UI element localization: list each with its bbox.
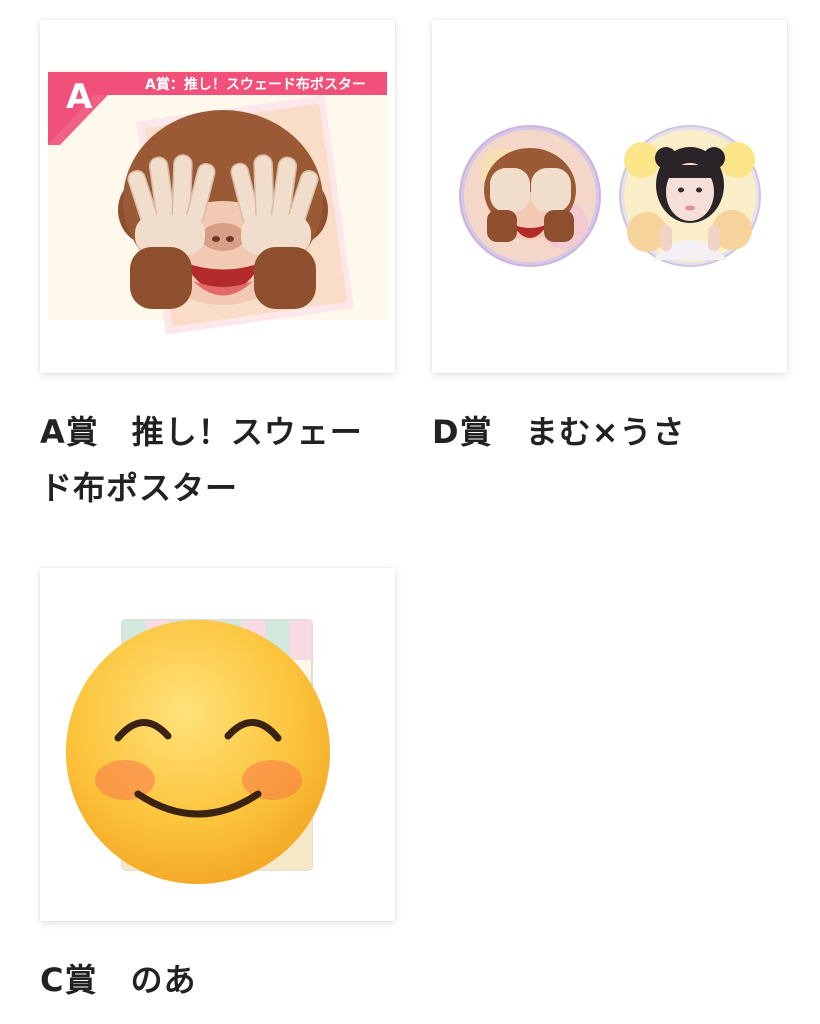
item-caption-c[interactable]: C賞 のあ: [40, 952, 400, 1008]
see-no-evil-monkey-icon: [118, 110, 328, 309]
product-image-d: [459, 125, 761, 267]
prize-letter: A: [66, 77, 93, 117]
item-caption-d[interactable]: D賞 まむ×うさ: [432, 404, 792, 460]
can-badge-right: [619, 125, 761, 267]
product-image-a: A A賞：推し！スウェード布ポスター: [48, 70, 388, 335]
banner-title: A賞：推し！スウェード布ポスター: [145, 76, 366, 93]
item-caption-a[interactable]: A賞 推し！スウェー ド布ポスター: [40, 404, 400, 516]
caption-a-line1: A賞 推し！スウェー: [40, 413, 363, 451]
product-card-a[interactable]: A A賞：推し！スウェード布ポスター: [40, 20, 395, 373]
can-badge-left: [459, 125, 601, 267]
product-card-c[interactable]: [40, 568, 395, 921]
caption-c-line1: C賞 のあ: [40, 961, 197, 999]
smiling-face-icon: [66, 620, 330, 884]
caption-a-line2: ド布ポスター: [40, 469, 239, 507]
see-no-evil-monkey-icon: [484, 148, 576, 242]
caption-d-line1: D賞 まむ×うさ: [432, 413, 686, 451]
product-image-c: [66, 619, 330, 884]
product-card-d[interactable]: [432, 20, 787, 373]
